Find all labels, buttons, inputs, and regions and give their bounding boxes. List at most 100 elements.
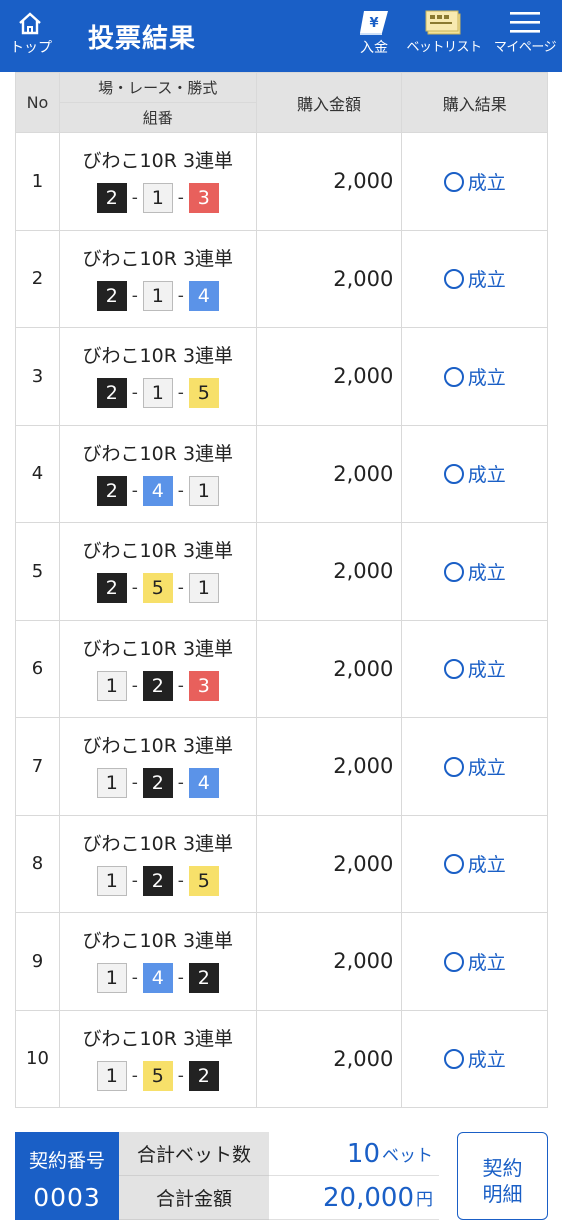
row-number: 1 <box>15 132 60 231</box>
separator: - <box>177 773 184 794</box>
table-row: 10 びわこ10R 3連単 1-5-2 2,000 成立 <box>15 1009 548 1108</box>
row-number: 8 <box>15 814 60 913</box>
home-label: トップ <box>10 40 52 56</box>
boat-number-3rd: 2 <box>188 1060 219 1091</box>
deposit-button[interactable]: ¥ 入金 <box>352 8 396 56</box>
purchase-amount: 2,000 <box>255 814 403 913</box>
result-label: 成立 <box>467 1049 506 1072</box>
total-amount-label: 合計金額 <box>119 1176 269 1220</box>
boat-number-3rd: 4 <box>188 768 219 799</box>
race-label: びわこ10R 3連単 <box>82 345 234 368</box>
result-label: 成立 <box>467 269 506 292</box>
betlist-button[interactable]: ベットリスト <box>406 8 482 56</box>
boat-number-3rd: 1 <box>188 573 219 604</box>
purchase-result: 成立 <box>401 522 548 621</box>
boat-number-1st: 1 <box>96 1060 127 1091</box>
total-amount-value: 20,000 円 <box>269 1176 439 1220</box>
boat-number-2nd: 2 <box>142 768 173 799</box>
race-label: びわこ10R 3連単 <box>82 247 234 270</box>
purchase-result: 成立 <box>401 814 548 913</box>
bet-cell: びわこ10R 3連単 1-5-2 <box>58 1009 257 1108</box>
purchase-result: 成立 <box>401 717 548 816</box>
boat-number-1st: 2 <box>96 378 127 409</box>
boat-number-2nd: 4 <box>142 963 173 994</box>
purchase-result: 成立 <box>401 327 548 426</box>
race-label: びわこ10R 3連単 <box>82 735 234 758</box>
purchase-amount: 2,000 <box>255 619 403 718</box>
race-label: びわこ10R 3連単 <box>82 150 234 173</box>
separator: - <box>177 188 184 209</box>
circle-icon <box>443 854 464 875</box>
total-amount-number: 20,000 <box>323 1182 414 1213</box>
row-number: 4 <box>15 424 60 523</box>
boat-number-1st: 2 <box>96 280 127 311</box>
combination: 1-2-5 <box>60 865 256 896</box>
ticket-icon <box>425 10 461 35</box>
purchase-result: 成立 <box>401 912 548 1011</box>
contract-detail-button[interactable]: 契約 明細 <box>457 1132 548 1220</box>
race-label: びわこ10R 3連単 <box>82 832 234 855</box>
svg-text:¥: ¥ <box>369 16 378 31</box>
separator: - <box>131 480 138 501</box>
boat-number-3rd: 4 <box>188 280 219 311</box>
separator: - <box>131 968 138 989</box>
purchase-result: 成立 <box>401 229 548 328</box>
home-icon <box>19 12 41 35</box>
table-row: 8 びわこ10R 3連単 1-2-5 2,000 成立 <box>15 814 548 913</box>
combination: 1-2-4 <box>60 768 256 799</box>
separator: - <box>131 675 138 696</box>
purchase-result: 成立 <box>401 619 548 718</box>
separator: - <box>131 870 138 891</box>
row-number: 7 <box>15 717 60 816</box>
boat-number-2nd: 1 <box>142 378 173 409</box>
combination: 2-4-1 <box>60 475 256 506</box>
contract-number-label: 契約番号 <box>28 1150 105 1172</box>
col-result-header: 購入結果 <box>401 72 548 133</box>
mypage-button[interactable]: マイページ <box>488 8 562 56</box>
separator: - <box>177 480 184 501</box>
summary-footer: 契約番号 0003 合計ベット数 10 ベット 合計金額 20,000 円 契約… <box>15 1132 548 1220</box>
total-amount-unit: 円 <box>416 1190 433 1210</box>
col-amount-header: 購入金額 <box>255 72 403 133</box>
deposit-label: 入金 <box>360 40 388 56</box>
contract-number-box: 契約番号 0003 <box>15 1132 119 1220</box>
boat-number-1st: 2 <box>96 183 127 214</box>
circle-icon <box>443 659 464 680</box>
separator: - <box>177 675 184 696</box>
result-label: 成立 <box>467 659 506 682</box>
race-label: びわこ10R 3連単 <box>82 442 234 465</box>
betlist-label: ベットリスト <box>406 40 482 55</box>
boat-number-3rd: 1 <box>188 475 219 506</box>
boat-number-2nd: 2 <box>142 865 173 896</box>
bet-cell: びわこ10R 3連単 2-1-4 <box>58 229 257 328</box>
separator: - <box>131 188 138 209</box>
combination: 2-1-3 <box>60 183 256 214</box>
combination: 2-5-1 <box>60 573 256 604</box>
table-row: 7 びわこ10R 3連単 1-2-4 2,000 成立 <box>15 717 548 816</box>
total-bets-label: 合計ベット数 <box>119 1132 269 1176</box>
separator: - <box>131 773 138 794</box>
boat-number-2nd: 1 <box>142 280 173 311</box>
result-label: 成立 <box>467 561 506 584</box>
home-button[interactable]: トップ <box>10 10 52 56</box>
purchase-result: 成立 <box>401 132 548 231</box>
purchase-amount: 2,000 <box>255 717 403 816</box>
circle-icon <box>443 951 464 972</box>
table-row: 4 びわこ10R 3連単 2-4-1 2,000 成立 <box>15 424 548 523</box>
circle-icon <box>443 1049 464 1070</box>
combination: 1-2-3 <box>60 670 256 701</box>
boat-number-3rd: 5 <box>188 865 219 896</box>
race-label: びわこ10R 3連単 <box>82 1027 234 1050</box>
separator: - <box>131 1065 138 1086</box>
boat-number-3rd: 2 <box>188 963 219 994</box>
col-no-header: No <box>15 72 60 133</box>
deposit-icon: ¥ <box>360 11 388 35</box>
combination: 2-1-4 <box>60 280 256 311</box>
combination: 1-5-2 <box>60 1060 256 1091</box>
boat-number-3rd: 5 <box>188 378 219 409</box>
row-number: 9 <box>15 912 60 1011</box>
purchase-amount: 2,000 <box>255 1009 403 1108</box>
total-bets-unit: ベット <box>382 1146 433 1166</box>
race-label: びわこ10R 3連単 <box>82 637 234 660</box>
separator: - <box>131 383 138 404</box>
